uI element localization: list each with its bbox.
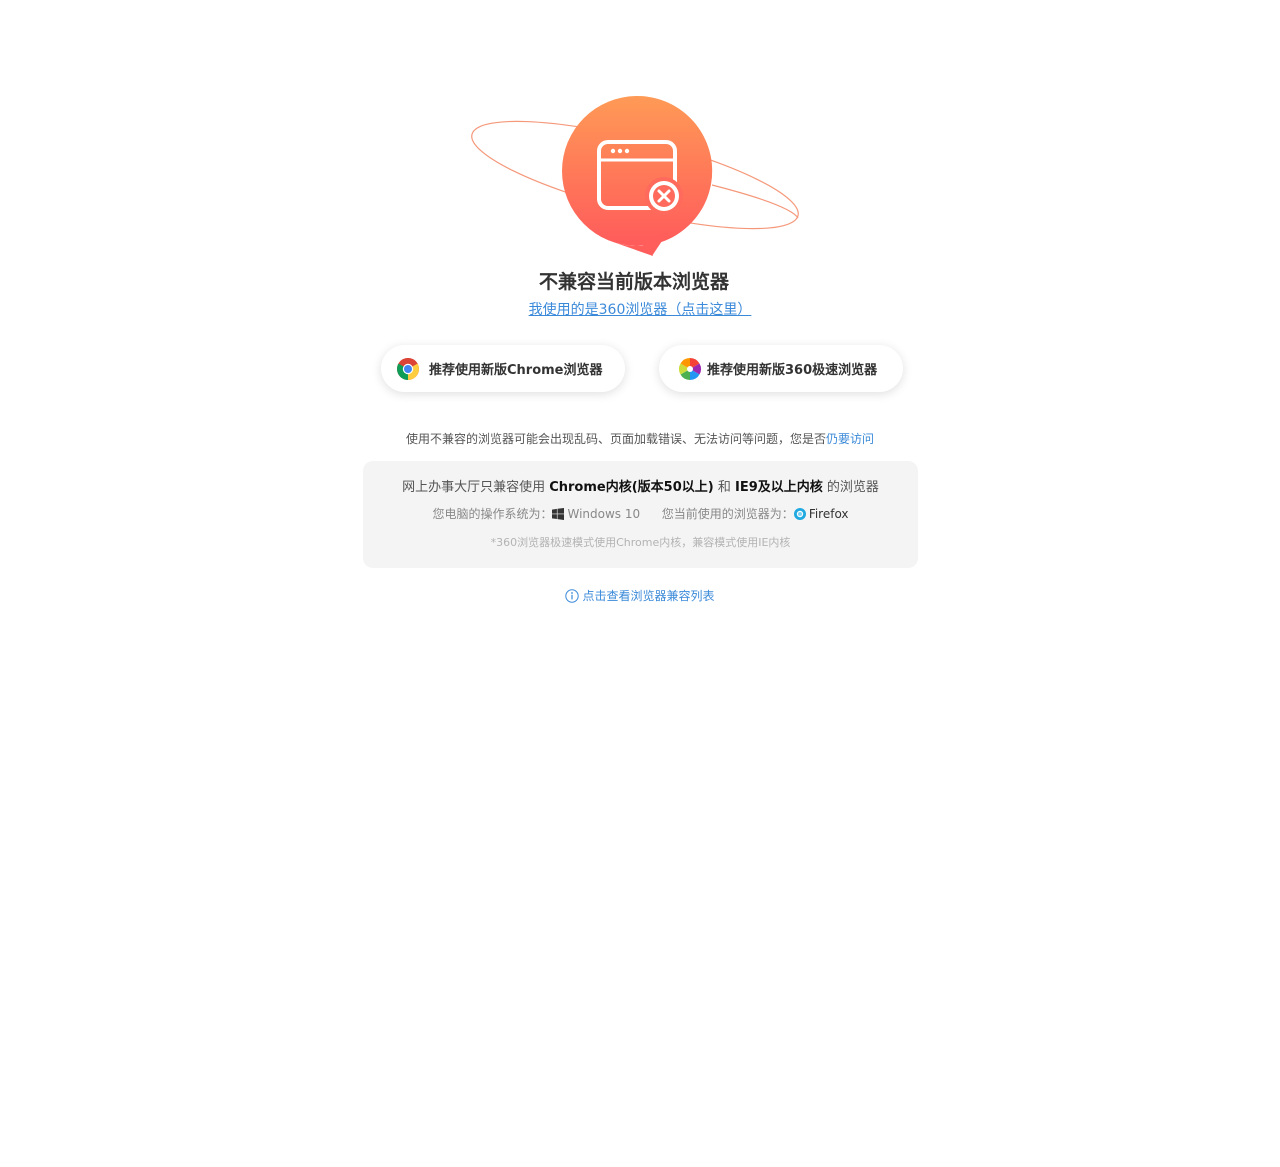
use-360-link[interactable]: 我使用的是360浏览器（点击这里） (529, 302, 752, 318)
continue-visit-link[interactable]: 仍要访问 (826, 432, 874, 446)
chrome-download-button[interactable]: 推荐使用新版Chrome浏览器 (381, 345, 625, 392)
use-360-link-wrap: 我使用的是360浏览器（点击这里） (0, 299, 1280, 319)
compat-ie: IE9及以上内核 (735, 480, 823, 495)
chrome-button-label: 推荐使用新版Chrome浏览器 (429, 363, 603, 378)
chrome-logo-icon (397, 357, 419, 380)
compat-suffix: 的浏览器 (826, 480, 879, 495)
info-icon (565, 589, 580, 603)
compat-chrome: Chrome内核(版本50以上) (549, 480, 714, 495)
windows-logo-icon (552, 508, 565, 520)
360-browser-logo-icon (679, 357, 701, 380)
browser-window-error-icon (471, 95, 799, 256)
browser-label: 您当前使用的浏览器为： (661, 507, 794, 521)
compat-prefix: 网上办事大厅只兼容使用 (402, 480, 546, 495)
firefox-dot-icon (793, 508, 806, 520)
360-button-label: 推荐使用新版360极速浏览器 (707, 363, 878, 378)
warning-text: 使用不兼容的浏览器可能会出现乱码、页面加载错误、无法访问等问题，您是否 (405, 432, 826, 446)
page-title: 不兼容当前版本浏览器 (538, 271, 729, 293)
compat-and: 和 (717, 480, 731, 495)
compat-list-link-label: 点击查看浏览器兼容列表 (582, 589, 715, 603)
360-browser-download-button[interactable]: 推荐使用新版360极速浏览器 (659, 345, 903, 392)
compat-info-panel: 网上办事大厅只兼容使用 Chrome内核(版本50以上) 和 IE9及以上内核 … (363, 461, 918, 568)
os-label: 您电脑的操作系统为： (432, 507, 553, 521)
compat-warning: 使用不兼容的浏览器可能会出现乱码、页面加载错误、无法访问等问题，您是否仍要访问 (0, 430, 1280, 447)
hero-illustration (0, 0, 1280, 270)
browser-value: Firefox (808, 507, 849, 521)
360-mode-note: *360浏览器极速模式使用Chrome内核，兼容模式使用IE内核 (490, 536, 791, 549)
environment-info: 您电脑的操作系统为： Windows 10 您当前使用的浏览器为： Firefo… (363, 505, 918, 522)
compat-list-link[interactable]: 点击查看浏览器兼容列表 (0, 587, 1280, 604)
os-value: Windows 10 (567, 507, 641, 521)
compat-requirement: 网上办事大厅只兼容使用 Chrome内核(版本50以上) 和 IE9及以上内核 … (363, 476, 918, 495)
